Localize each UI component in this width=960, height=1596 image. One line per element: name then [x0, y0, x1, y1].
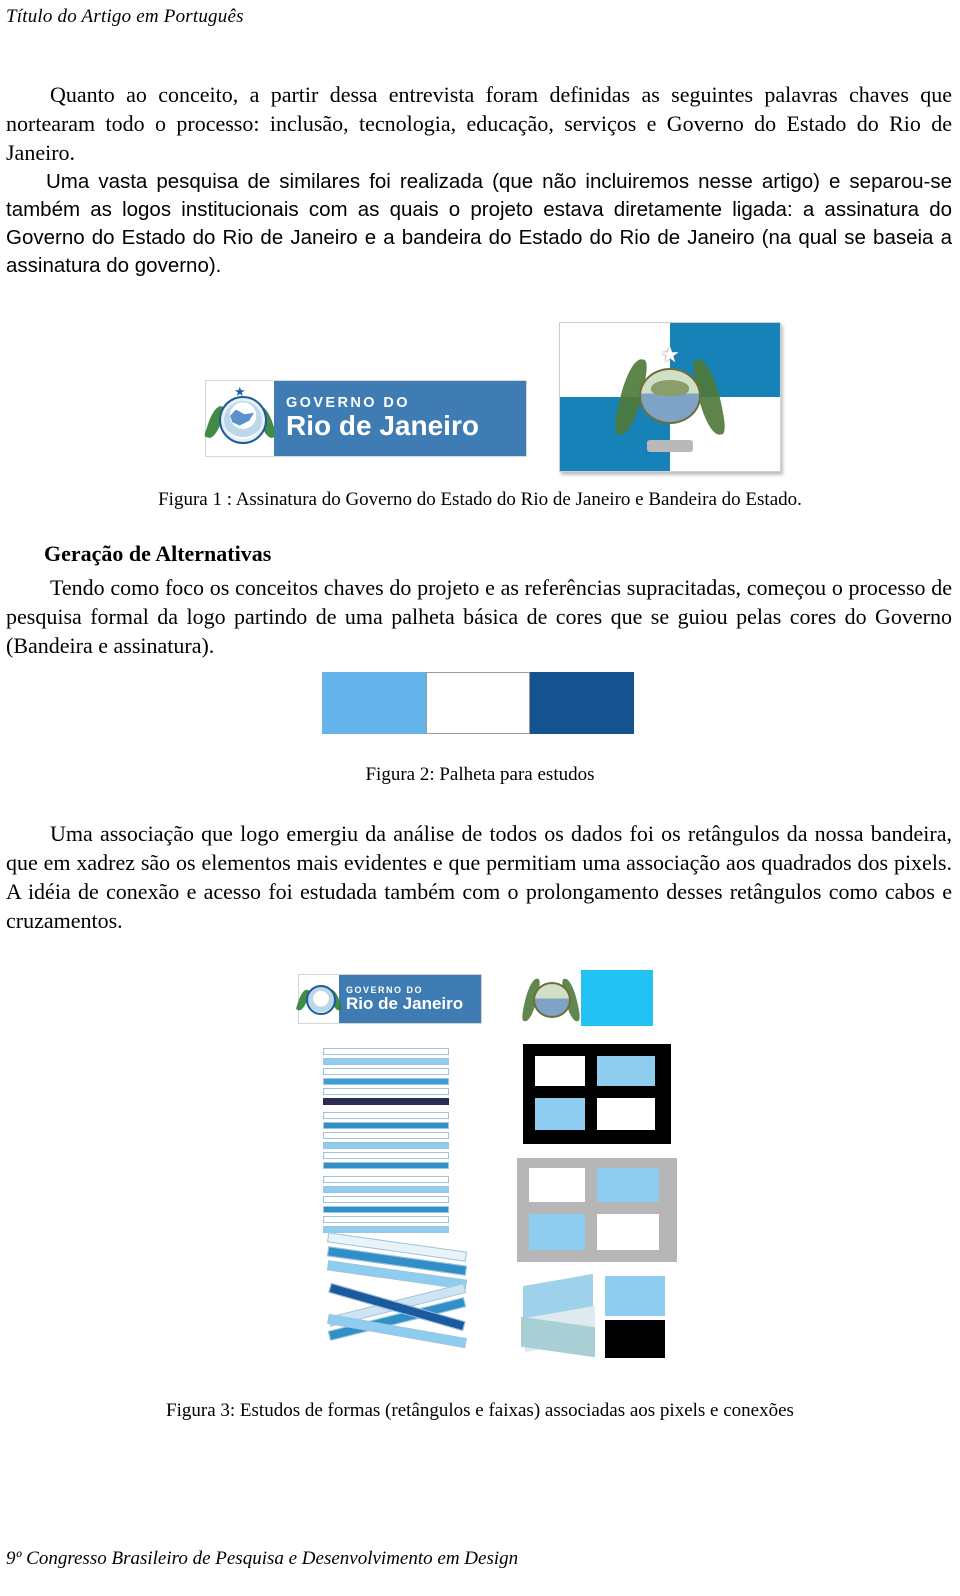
- stripe: [323, 1142, 449, 1149]
- figure-2-palette: [322, 672, 634, 734]
- signature-line-2: Rio de Janeiro: [286, 410, 479, 441]
- cube-face: [605, 1320, 665, 1358]
- black-grid-study: [523, 1044, 671, 1144]
- stripe: [323, 1132, 449, 1139]
- mini-shield-icon: [306, 985, 336, 1015]
- flag-star-icon: ★: [660, 342, 680, 367]
- figure-3-studies: GOVERNO DO Rio de Janeiro ★: [285, 960, 685, 1360]
- stripe: [323, 1226, 449, 1233]
- figure-1-caption: Figura 1 : Assinatura do Governo do Esta…: [158, 489, 802, 510]
- paragraph-1: Quanto ao conceito, a partir dessa entre…: [6, 80, 952, 167]
- governo-rio-signature-logo: ★ GOVERNO DO Rio de Janeiro: [204, 380, 527, 457]
- figure-1: ★ GOVERNO DO Rio de Janeiro ★: [0, 318, 960, 478]
- section-heading: Geração de Alternativas: [44, 541, 272, 566]
- grid-cell: [535, 1098, 585, 1130]
- palette-swatch-azul-claro: [322, 672, 426, 734]
- study-crest-icon: ★: [521, 967, 581, 1030]
- stripe: [323, 1098, 449, 1105]
- stripe: [323, 1078, 449, 1085]
- stripe: [323, 1162, 449, 1169]
- stripe: [323, 1216, 449, 1223]
- stripe: [323, 1176, 449, 1183]
- palette-swatch-azul-escuro: [530, 672, 634, 734]
- palette-swatch-branco: [426, 672, 530, 734]
- paragraph-1-text: Quanto ao conceito, a partir dessa entre…: [6, 82, 952, 166]
- flag-crest-base: [647, 440, 693, 452]
- study-crest-oval: [533, 982, 571, 1018]
- document-page: Título do Artigo em Português Quanto ao …: [0, 0, 960, 1596]
- stripe-study-3: [323, 1176, 449, 1236]
- stripe-study-2: [323, 1112, 449, 1172]
- stripe: [323, 1186, 449, 1193]
- cyan-block-study: [581, 970, 653, 1026]
- figure-3-caption: Figura 3: Estudos de formas (retângulos …: [166, 1400, 794, 1421]
- shield-icon: [219, 395, 267, 444]
- stripe: [323, 1058, 449, 1065]
- paragraph-3: Tendo como foco os conceitos chaves do p…: [6, 573, 952, 660]
- stripe: [323, 1068, 449, 1075]
- signature-text-bar: GOVERNO DO Rio de Janeiro: [274, 381, 526, 456]
- grid-cell: [529, 1168, 585, 1202]
- paragraph-4-text: Uma associação que logo emergiu da análi…: [6, 821, 952, 934]
- grid-cell: [597, 1214, 659, 1250]
- stripe: [323, 1112, 449, 1119]
- crossing-bands-study: [326, 1232, 477, 1349]
- flag-crest-icon: ★: [613, 338, 727, 456]
- flag-crest-oval: [639, 368, 701, 424]
- cube-face: [605, 1276, 665, 1316]
- grey-grid-study: [517, 1158, 677, 1262]
- mini-logo-line-2: Rio de Janeiro: [346, 993, 464, 1013]
- grid-cell: [597, 1098, 655, 1130]
- stripe: [323, 1152, 449, 1159]
- paragraph-4: Uma associação que logo emergiu da análi…: [6, 819, 952, 935]
- stripe: [323, 1122, 449, 1129]
- grid-cell: [597, 1056, 655, 1086]
- bandeira-rio-de-janeiro: ★: [559, 322, 781, 472]
- page-footer: 9º Congresso Brasileiro de Pesquisa e De…: [6, 1548, 519, 1569]
- stripe: [323, 1088, 449, 1095]
- stripe: [323, 1196, 449, 1203]
- running-head: Título do Artigo em Português: [6, 6, 244, 27]
- cube-perspective-study: [513, 1270, 683, 1362]
- paragraph-2: Uma vasta pesquisa de similares foi real…: [6, 168, 952, 280]
- stripe: [323, 1206, 449, 1213]
- stripe-study-1: [323, 1048, 449, 1108]
- grid-cell: [529, 1214, 585, 1250]
- mini-logo-text-bar: GOVERNO DO Rio de Janeiro: [339, 975, 481, 1023]
- grid-cell: [535, 1056, 585, 1086]
- grid-cell: [597, 1168, 659, 1202]
- stripe: [323, 1048, 449, 1055]
- mini-crest-icon: [295, 977, 343, 1021]
- figure-2-caption: Figura 2: Palheta para estudos: [365, 764, 595, 785]
- paragraph-3-text: Tendo como foco os conceitos chaves do p…: [6, 575, 952, 659]
- brasao-crest-icon: ★: [204, 383, 277, 455]
- paragraph-2-text: Uma vasta pesquisa de similares foi real…: [6, 170, 952, 278]
- study-star-icon: ★: [545, 967, 557, 982]
- study-mini-logo: GOVERNO DO Rio de Janeiro: [295, 974, 482, 1024]
- signature-line-1: GOVERNO DO: [286, 395, 410, 411]
